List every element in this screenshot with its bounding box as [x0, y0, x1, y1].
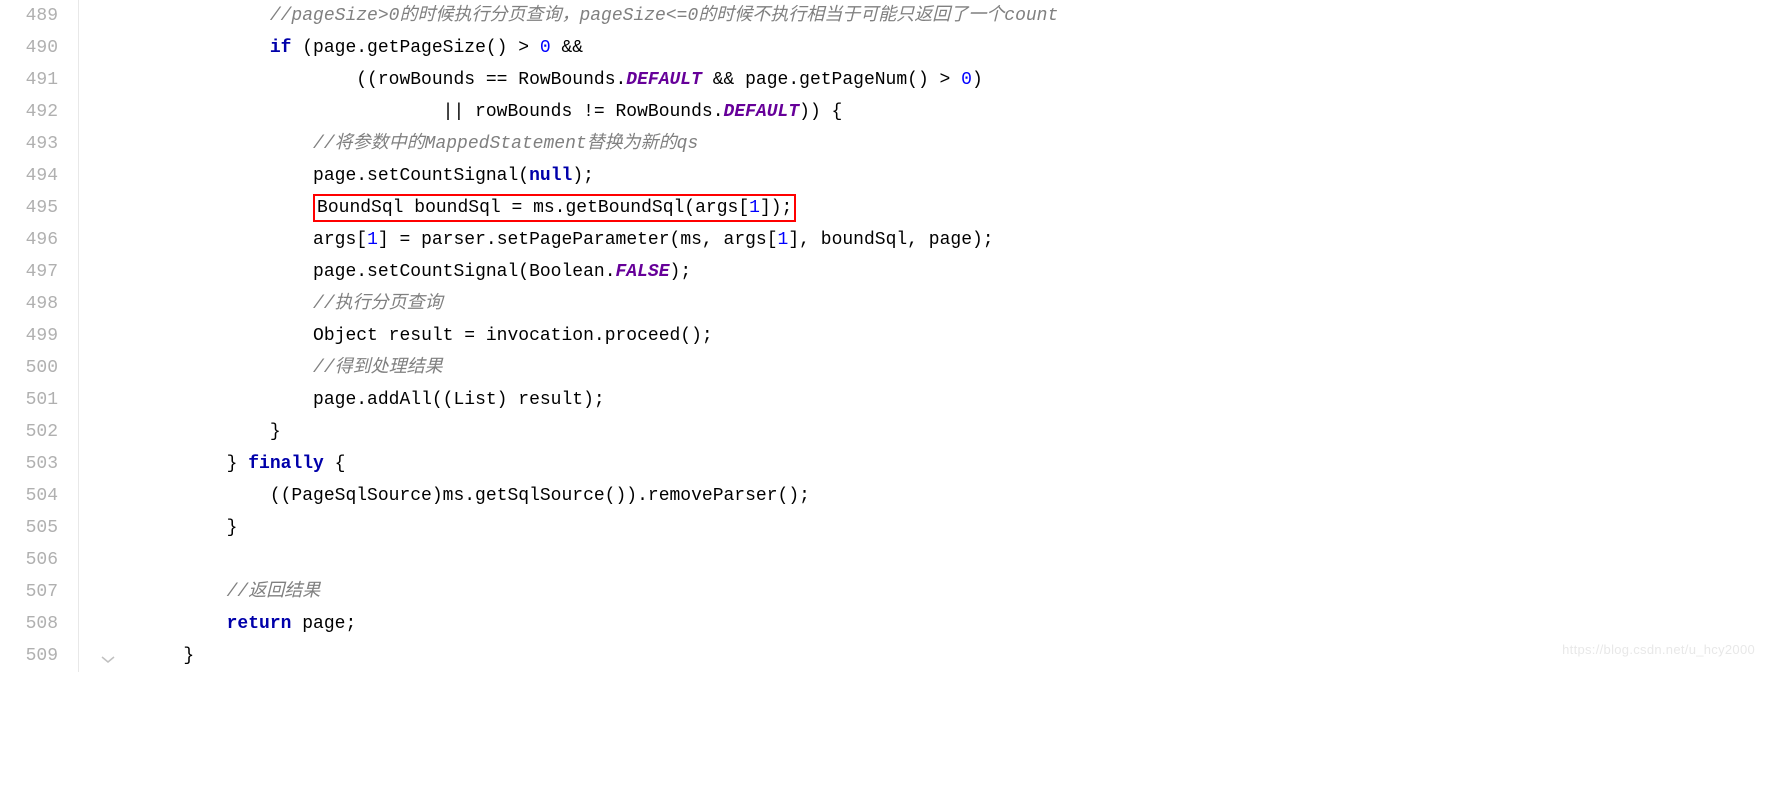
- token-plain: );: [572, 166, 594, 186]
- token-plain: page.setCountSignal(: [313, 166, 529, 186]
- code-line[interactable]: return page;: [97, 608, 1058, 640]
- line-number-gutter: 4894904914924934944954964974984995005015…: [0, 0, 78, 672]
- line-number: 495: [18, 192, 58, 224]
- code-line[interactable]: //得到处理结果: [97, 352, 1058, 384]
- line-number: 509: [18, 640, 58, 672]
- code-line[interactable]: //执行分页查询: [97, 288, 1058, 320]
- code-line[interactable]: }: [97, 640, 1058, 672]
- line-number: 507: [18, 576, 58, 608]
- token-number: 1: [778, 230, 789, 250]
- token-comment: //得到处理结果: [313, 358, 443, 378]
- line-number: 506: [18, 544, 58, 576]
- token-constant: DEFAULT: [626, 70, 702, 90]
- code-line[interactable]: }: [97, 416, 1058, 448]
- line-number: 505: [18, 512, 58, 544]
- token-plain: }: [227, 518, 238, 538]
- token-plain: Object result = invocation.proceed();: [313, 326, 713, 346]
- code-line[interactable]: page.setCountSignal(null);: [97, 160, 1058, 192]
- highlight-box: BoundSql boundSql = ms.getBoundSql(args[…: [313, 194, 796, 222]
- token-plain: )) {: [799, 102, 842, 122]
- line-number: 490: [18, 32, 58, 64]
- code-line[interactable]: Object result = invocation.proceed();: [97, 320, 1058, 352]
- token-number: 1: [749, 198, 760, 218]
- code-line[interactable]: //pageSize>0的时候执行分页查询，pageSize<=0的时候不执行相…: [97, 0, 1058, 32]
- code-line[interactable]: if (page.getPageSize() > 0 &&: [97, 32, 1058, 64]
- token-plain: BoundSql boundSql = ms.getBoundSql(args[: [317, 198, 749, 218]
- token-plain: &&: [551, 38, 583, 58]
- token-plain: }: [183, 646, 194, 666]
- line-number: 502: [18, 416, 58, 448]
- token-number: 1: [367, 230, 378, 250]
- token-comment: //返回结果: [227, 582, 321, 602]
- token-plain: page.setCountSignal(Boolean.: [313, 262, 615, 282]
- token-keyword: return: [227, 614, 292, 634]
- token-number: 0: [540, 38, 551, 58]
- line-number: 494: [18, 160, 58, 192]
- token-plain: args[: [313, 230, 367, 250]
- code-line[interactable]: }: [97, 512, 1058, 544]
- token-plain: }: [227, 454, 249, 474]
- code-line[interactable]: || rowBounds != RowBounds.DEFAULT)) {: [97, 96, 1058, 128]
- token-keyword: finally: [248, 454, 324, 474]
- code-line[interactable]: ((rowBounds == RowBounds.DEFAULT && page…: [97, 64, 1058, 96]
- token-comment: //执行分页查询: [313, 294, 443, 314]
- line-number: 498: [18, 288, 58, 320]
- line-number: 503: [18, 448, 58, 480]
- code-line[interactable]: BoundSql boundSql = ms.getBoundSql(args[…: [97, 192, 1058, 224]
- code-line[interactable]: [97, 544, 1058, 576]
- token-plain: || rowBounds != RowBounds.: [443, 102, 724, 122]
- line-number: 492: [18, 96, 58, 128]
- token-plain: {: [324, 454, 346, 474]
- token-plain: ], boundSql, page);: [788, 230, 993, 250]
- line-number: 496: [18, 224, 58, 256]
- line-number: 508: [18, 608, 58, 640]
- token-plain: ]);: [760, 198, 792, 218]
- token-plain: ] = parser.setPageParameter(ms, args[: [378, 230, 778, 250]
- token-number: 0: [961, 70, 972, 90]
- line-number: 501: [18, 384, 58, 416]
- token-plain: ): [972, 70, 983, 90]
- token-plain: ((PageSqlSource)ms.getSqlSource()).remov…: [270, 486, 810, 506]
- token-plain: && page.getPageNum() >: [702, 70, 961, 90]
- line-number: 499: [18, 320, 58, 352]
- code-line[interactable]: } finally {: [97, 448, 1058, 480]
- code-line[interactable]: page.setCountSignal(Boolean.FALSE);: [97, 256, 1058, 288]
- line-number: 504: [18, 480, 58, 512]
- fold-icon[interactable]: [100, 654, 116, 664]
- token-keyword: null: [529, 166, 572, 186]
- token-plain: ((rowBounds == RowBounds.: [356, 70, 626, 90]
- token-plain: (page.getPageSize() >: [291, 38, 539, 58]
- line-number: 497: [18, 256, 58, 288]
- token-constant: DEFAULT: [724, 102, 800, 122]
- line-number: 491: [18, 64, 58, 96]
- code-line[interactable]: //返回结果: [97, 576, 1058, 608]
- line-number: 489: [18, 0, 58, 32]
- token-plain: );: [670, 262, 692, 282]
- code-line[interactable]: page.addAll((List) result);: [97, 384, 1058, 416]
- token-comment: //将参数中的MappedStatement替换为新的qs: [313, 134, 698, 154]
- token-plain: page.addAll((List) result);: [313, 390, 605, 410]
- code-line[interactable]: args[1] = parser.setPageParameter(ms, ar…: [97, 224, 1058, 256]
- token-keyword: if: [270, 38, 292, 58]
- token-constant: FALSE: [616, 262, 670, 282]
- line-number: 500: [18, 352, 58, 384]
- code-line[interactable]: //将参数中的MappedStatement替换为新的qs: [97, 128, 1058, 160]
- token-comment: //pageSize>0的时候执行分页查询，pageSize<=0的时候不执行相…: [270, 6, 1058, 26]
- code-area[interactable]: //pageSize>0的时候执行分页查询，pageSize<=0的时候不执行相…: [79, 0, 1058, 672]
- code-line[interactable]: ((PageSqlSource)ms.getSqlSource()).remov…: [97, 480, 1058, 512]
- line-number: 493: [18, 128, 58, 160]
- token-plain: }: [270, 422, 281, 442]
- token-plain: page;: [291, 614, 356, 634]
- watermark: https://blog.csdn.net/u_hcy2000: [1562, 634, 1755, 666]
